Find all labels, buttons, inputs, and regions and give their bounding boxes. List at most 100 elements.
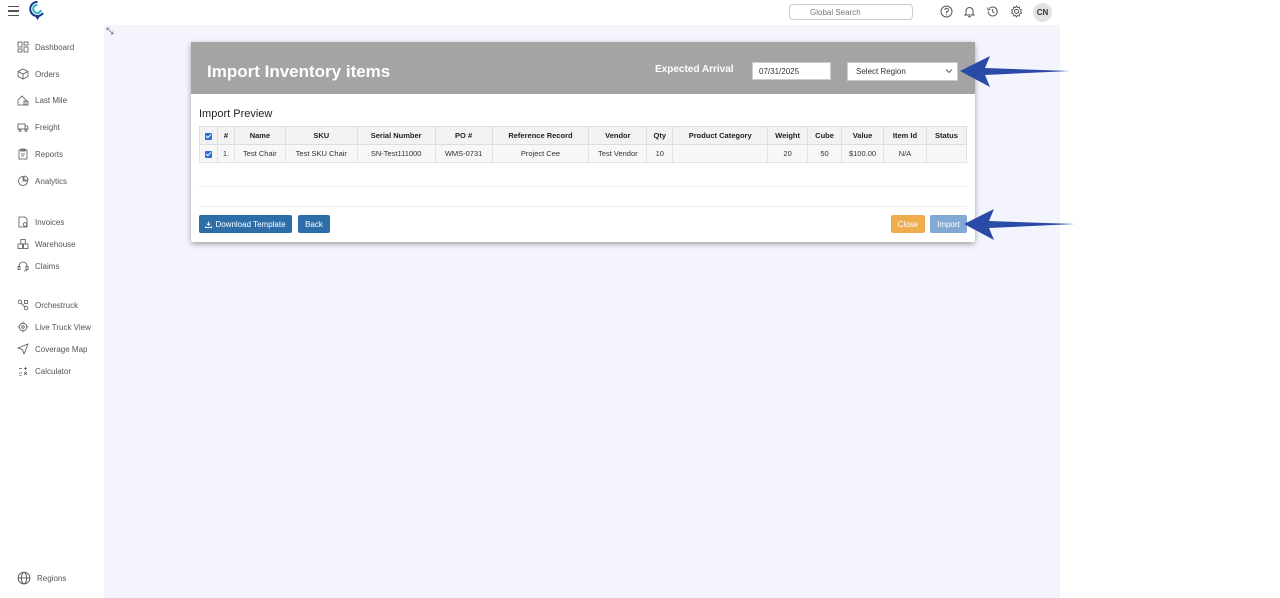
sidebar-item-warehouse[interactable]: Warehouse <box>17 236 76 252</box>
sidebar-item-label: Orders <box>35 69 60 79</box>
box-icon <box>17 68 29 80</box>
import-inventory-modal: Import Inventory items Expected Arrival … <box>191 42 975 242</box>
cell-serial-number: SN-Test111000 <box>356 144 436 163</box>
region-select[interactable]: Select Region <box>847 62 958 81</box>
column-header: PO # <box>434 126 493 145</box>
row-checkbox[interactable] <box>204 150 212 158</box>
cell-reference-record: Project Cee <box>491 144 590 163</box>
expand-icon[interactable] <box>106 27 114 35</box>
navigation-arrow-icon <box>17 343 29 355</box>
sidebar-item-regions[interactable]: Regions <box>17 570 66 586</box>
headset-icon <box>17 261 29 272</box>
sidebar-item-orchestruck[interactable]: Orchestruck <box>17 297 78 313</box>
divider <box>199 206 967 207</box>
column-header: Vendor <box>588 126 648 145</box>
dashboard-icon <box>17 41 29 53</box>
pie-chart-icon <box>18 175 29 186</box>
sidebar-item-label: Live Truck View <box>35 322 91 332</box>
cell-status <box>925 144 968 163</box>
sidebar-item-label: Analytics <box>35 176 68 186</box>
sidebar-item-label: Last Mile <box>35 95 68 105</box>
sidebar-item-last-mile[interactable]: Last Mile <box>17 92 67 108</box>
expected-arrival-label: Expected Arrival <box>655 64 734 75</box>
target-icon <box>17 321 29 333</box>
sidebar-item-claims[interactable]: Claims <box>17 258 59 274</box>
column-header: Qty <box>646 126 674 145</box>
sidebar-item-label: Regions <box>37 573 67 583</box>
column-header: Value <box>841 126 884 145</box>
sidebar-item-label: Warehouse <box>35 239 76 249</box>
region-select-value: Select Region <box>856 67 906 76</box>
app-root: CN Dashboard Orders Last Mile Freight Re… <box>0 0 1280 598</box>
close-button[interactable]: Close <box>891 215 925 233</box>
sidebar-item-label: Dashboard <box>35 42 75 52</box>
column-header: SKU <box>284 126 358 145</box>
help-icon[interactable] <box>940 5 953 18</box>
sidebar-item-label: Reports <box>35 149 64 159</box>
sidebar-item-coverage-map[interactable]: Coverage Map <box>17 341 87 357</box>
cell-po-number: WMS-0731 <box>434 144 493 163</box>
truck-icon <box>17 123 29 132</box>
calculator-icon <box>19 367 28 376</box>
sidebar-item-analytics[interactable]: Analytics <box>17 173 67 189</box>
import-preview-table: # Name SKU Serial Number PO # Reference … <box>199 126 968 163</box>
sidebar-item-dashboard[interactable]: Dashboard <box>17 39 74 55</box>
sidebar-item-label: Invoices <box>35 217 65 227</box>
modal-title: Import Inventory items <box>207 62 391 81</box>
download-template-label: Download Template <box>215 219 286 229</box>
download-icon <box>205 220 213 228</box>
sidebar-item-reports[interactable]: Reports <box>17 146 63 162</box>
column-header: Cube <box>807 126 843 145</box>
column-header: Name <box>233 126 286 145</box>
sidebar-item-label: Calculator <box>35 366 72 376</box>
expected-arrival-input[interactable] <box>752 62 831 80</box>
top-bar: CN <box>0 0 1060 25</box>
back-button[interactable]: Back <box>298 215 330 233</box>
sidebar-item-calculator[interactable]: Calculator <box>17 363 71 379</box>
table-row: 1. Test Chair Test SKU Chair SN-Test1110… <box>199 144 968 163</box>
avatar[interactable]: CN <box>1033 3 1052 22</box>
cell-name: Test Chair <box>233 144 286 163</box>
column-header-select[interactable] <box>199 126 218 145</box>
sidebar-item-orders[interactable]: Orders <box>17 66 59 82</box>
row-select-cell[interactable] <box>199 144 218 163</box>
chevron-down-icon <box>945 69 953 74</box>
column-header: # <box>216 126 235 145</box>
cell-cube: 50 <box>807 144 843 163</box>
divider <box>199 186 967 187</box>
bell-icon[interactable] <box>963 5 976 18</box>
download-template-button[interactable]: Download Template <box>199 215 292 233</box>
cell-item-id: N/A <box>883 144 927 163</box>
import-button[interactable]: Import <box>930 215 967 233</box>
gear-icon[interactable] <box>1010 5 1023 18</box>
column-header: Status <box>925 126 968 145</box>
global-search-input[interactable] <box>789 4 913 20</box>
sidebar-item-label: Orchestruck <box>35 300 79 310</box>
column-header: Item Id <box>883 126 927 145</box>
network-icon <box>17 299 29 311</box>
history-icon[interactable] <box>986 5 999 18</box>
sidebar-item-live-truck-view[interactable]: Live Truck View <box>17 319 91 335</box>
sidebar-item-label: Claims <box>35 261 60 271</box>
column-header: Product Category <box>672 126 769 145</box>
sidebar-item-invoices[interactable]: Invoices <box>17 214 64 230</box>
cell-sku: Test SKU Chair <box>284 144 358 163</box>
cell-weight: 20 <box>767 144 809 163</box>
import-preview-title: Import Preview <box>199 108 273 120</box>
select-all-checkbox[interactable] <box>204 132 212 140</box>
menu-icon[interactable] <box>8 6 19 16</box>
house-box-icon <box>17 95 29 106</box>
table-header-row: # Name SKU Serial Number PO # Reference … <box>199 126 968 145</box>
modal-header: Import Inventory items Expected Arrival … <box>191 42 975 94</box>
cell-product-category <box>672 144 769 163</box>
sidebar-item-freight[interactable]: Freight <box>17 119 60 135</box>
sidebar: Dashboard Orders Last Mile Freight Repor… <box>0 25 104 598</box>
invoice-icon <box>18 216 28 228</box>
cell-value: $100.00 <box>841 144 884 163</box>
column-header: Serial Number <box>356 126 436 145</box>
sidebar-item-label: Freight <box>35 122 60 132</box>
boxes-icon <box>17 239 29 249</box>
cell-vendor: Test Vendor <box>588 144 648 163</box>
logo-icon <box>29 1 44 20</box>
cell-number: 1. <box>216 144 235 163</box>
